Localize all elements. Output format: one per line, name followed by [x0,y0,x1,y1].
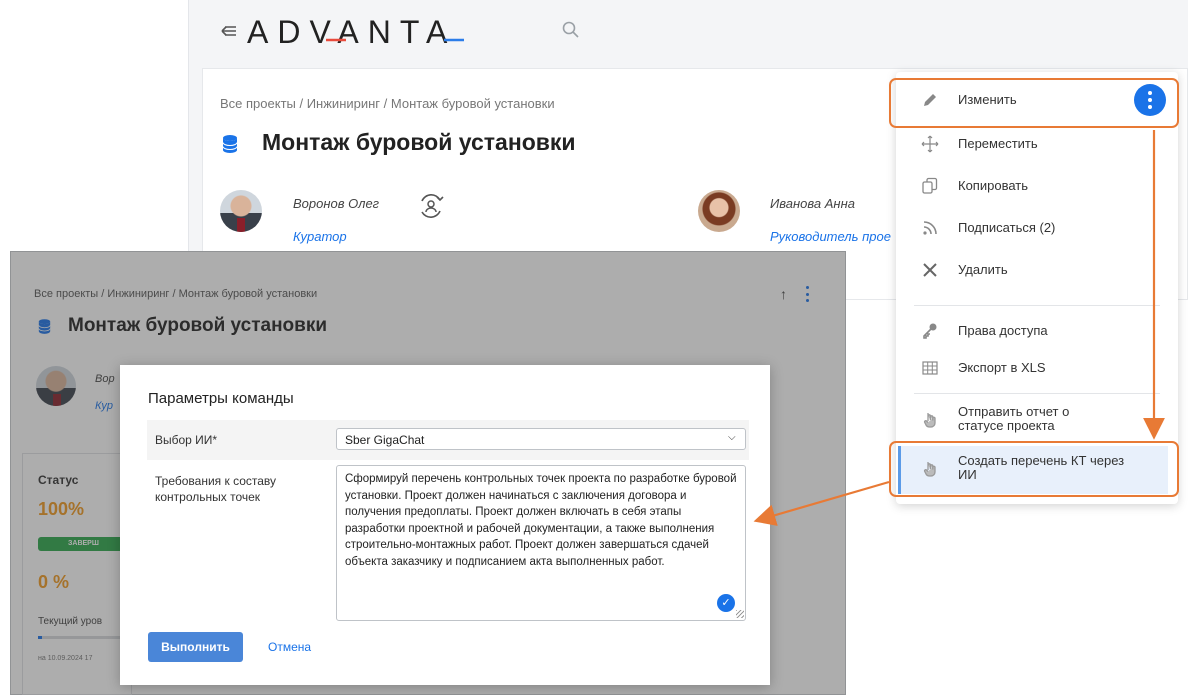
run-button[interactable]: Выполнить [148,632,243,662]
requirements-textarea[interactable]: Сформируй перечень контрольных точек про… [336,465,746,621]
ai-select-label: Выбор ИИ* [155,433,218,447]
menu-item-copy[interactable]: Копировать [896,176,1178,196]
logo-text: ADVANTA [247,14,457,50]
hand-pointer-icon [920,410,940,430]
move-icon [920,134,940,154]
menu-item-label: Права доступа [958,323,1048,338]
menu-item-export-xls[interactable]: Экспорт в XLS [896,358,1178,378]
table-icon [920,358,940,378]
menu-item-delete[interactable]: Удалить [896,260,1178,280]
avatar-manager[interactable] [698,190,740,232]
person-swap-icon[interactable] [416,191,446,221]
top-bar: ADVANTA [189,0,1189,62]
ai-select[interactable]: Sber GigaChat [336,428,746,450]
menu-item-access[interactable]: Права доступа [896,321,1178,341]
chevron-down-icon[interactable]: ⌵ [728,432,736,443]
menu-divider [914,305,1160,306]
menu-divider [914,393,1160,394]
database-icon [222,135,238,153]
menu-item-label: Отправить отчет о статусе проекта [958,404,1070,433]
page-title: Монтаж буровой установки [262,129,576,155]
menu-item-label: Удалить [958,262,1008,277]
check-icon[interactable]: ✓ [717,594,735,612]
callout-edit-highlight [889,78,1179,128]
menu-item-label: Экспорт в XLS [958,360,1046,375]
key-icon [920,321,940,341]
close-icon [920,260,940,280]
dialog-title: Параметры команды [148,390,294,407]
menu-item-label: Копировать [958,178,1028,193]
avatar-curator[interactable] [220,190,262,232]
menu-item-label: Подписаться (2) [958,220,1056,235]
rss-icon [920,218,940,238]
screenshot-stage: ADVANTA Все проекты / Инжиниринг / Монта… [0,0,1189,695]
breadcrumb[interactable]: Все проекты / Инжиниринг / Монтаж бурово… [220,96,555,111]
requirements-label: Требования к составу контрольных точек [155,474,277,504]
manager-role[interactable]: Руководитель прое [770,229,891,244]
menu-item-send-report[interactable]: Отправить отчет о статусе проекта [896,405,1178,435]
curator-role[interactable]: Куратор [293,229,347,244]
search-icon[interactable] [561,20,581,40]
menu-item-move[interactable]: Переместить [896,134,1178,154]
callout-ai-highlight [889,441,1179,497]
curator-name: Воронов Олег [293,196,380,211]
menu-item-label: Переместить [958,136,1038,151]
collapse-menu-icon[interactable] [219,21,239,41]
resize-handle-icon[interactable] [736,610,744,618]
advanta-logo[interactable]: ADVANTA [247,14,456,51]
copy-icon [920,176,940,196]
menu-item-subscribe[interactable]: Подписаться (2) [896,218,1178,238]
manager-name: Иванова Анна [770,196,855,211]
cancel-link[interactable]: Отмена [268,640,311,654]
